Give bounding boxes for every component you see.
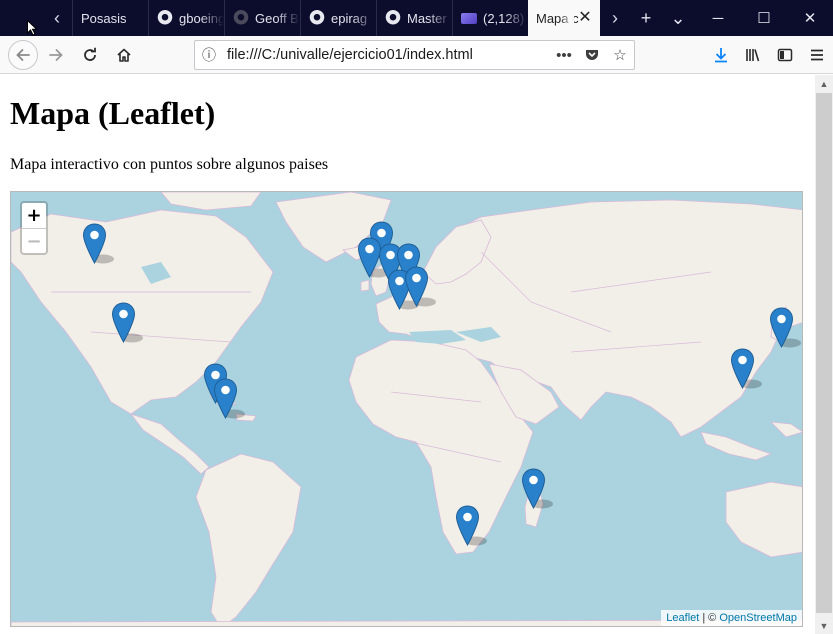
scroll-down-arrow[interactable]: ▼: [815, 617, 833, 634]
tab-fade: [428, 0, 452, 36]
marker-pin: [111, 302, 136, 343]
close-tab-icon[interactable]: ✕: [576, 9, 594, 27]
reload-icon: [84, 47, 96, 61]
navigation-toolbar: ⓘ file:///C:/univalle/ejercicio01/index.…: [0, 36, 833, 74]
page-title: Mapa (Leaflet): [10, 95, 216, 131]
library-icon: [746, 49, 760, 62]
tab-fade: [276, 0, 300, 36]
map-attribution: Leaflet | © OpenStreetMap: [661, 610, 802, 626]
tab-master[interactable]: Master: [376, 0, 452, 36]
map-marker-icon[interactable]: [82, 223, 114, 264]
leaflet-link[interactable]: Leaflet: [666, 612, 699, 624]
maximize-button[interactable]: ☐: [741, 0, 787, 36]
library-button[interactable]: [737, 40, 769, 70]
tab-mapa-active[interactable]: Mapa c ✕: [528, 0, 600, 36]
page-description: Mapa interactivo con puntos sobre alguno…: [10, 156, 329, 173]
marker-pin: [455, 505, 480, 546]
attribution-separator: |: [702, 612, 706, 624]
github-icon: [157, 10, 173, 26]
mail-icon: [461, 12, 477, 24]
mouse-pointer-icon: [27, 20, 37, 36]
zoom-out-button[interactable]: −: [22, 228, 46, 253]
forward-button[interactable]: [40, 39, 72, 71]
minimize-icon: ─: [712, 9, 724, 27]
zoom-in-button[interactable]: +: [22, 203, 46, 228]
url-text[interactable]: file:///C:/univalle/ejercicio01/index.ht…: [223, 47, 550, 63]
map-marker-icon[interactable]: [521, 468, 553, 509]
menu-button[interactable]: [801, 40, 833, 70]
scroll-up-arrow[interactable]: ▲: [815, 75, 833, 92]
page-actions-icon[interactable]: •••: [550, 41, 578, 69]
tab-fade: [352, 0, 376, 36]
zoom-control: + −: [20, 201, 48, 255]
arrow-right-icon: [49, 48, 63, 61]
tab-label: Posasis: [81, 10, 127, 26]
home-icon: [117, 48, 131, 62]
map-marker-icon[interactable]: [213, 378, 245, 419]
reload-button[interactable]: [74, 39, 106, 71]
tab-geoff[interactable]: Geoff B: [224, 0, 300, 36]
map-marker-icon[interactable]: [769, 307, 801, 348]
tab-gboeing[interactable]: gboeing: [148, 0, 224, 36]
maximize-icon: ☐: [757, 10, 771, 27]
tab-fade: [124, 0, 148, 36]
arrow-left-icon: [16, 48, 30, 61]
tab-scroll-left-button[interactable]: ‹: [42, 0, 72, 36]
hamburger-menu-icon: [811, 49, 823, 61]
chevron-right-icon: ›: [612, 7, 618, 28]
tab-mail[interactable]: (2,128): [452, 0, 528, 36]
marker-pin: [730, 348, 755, 389]
downloads-button[interactable]: [705, 40, 737, 70]
sidebar-button[interactable]: [769, 40, 801, 70]
minimize-button[interactable]: ─: [695, 0, 741, 36]
github-icon: [309, 10, 325, 26]
tab-epirag[interactable]: epirag: [300, 0, 376, 36]
tab-fade: [200, 0, 224, 36]
map-marker-icon[interactable]: [730, 348, 762, 389]
sidebar-icon: [777, 48, 793, 62]
github-icon: [385, 10, 401, 26]
github-icon: [233, 10, 249, 26]
vertical-scrollbar[interactable]: ▲ ▼: [815, 75, 833, 634]
back-button[interactable]: [8, 39, 38, 70]
map-marker-icon[interactable]: [404, 266, 436, 307]
leaflet-map[interactable]: + − Leaflet | © OpenStreetMap: [10, 191, 803, 627]
pocket-glyph: [586, 50, 598, 60]
plus-icon: +: [640, 7, 652, 28]
page-content: Mapa (Leaflet) Mapa interactivo con punt…: [0, 75, 815, 634]
info-icon[interactable]: ⓘ: [195, 45, 223, 65]
openstreetmap-link[interactable]: OpenStreetMap: [719, 612, 797, 624]
tab-fade: [560, 0, 574, 36]
chevron-down-icon: ⌄: [670, 7, 686, 28]
tab-scroll-right-button[interactable]: ›: [600, 0, 630, 36]
close-window-button[interactable]: ✕: [787, 0, 833, 36]
tab-posasis[interactable]: Posasis: [72, 0, 148, 36]
chevron-left-icon: ‹: [54, 7, 60, 28]
download-icon: [715, 48, 727, 63]
scroll-thumb[interactable]: [816, 93, 832, 613]
tab-fade: [504, 0, 528, 36]
marker-pin: [82, 223, 107, 264]
map-marker-icon[interactable]: [455, 505, 487, 546]
toolbar-right: [705, 40, 833, 70]
marker-pin: [521, 468, 546, 509]
map-marker-icon[interactable]: [111, 302, 143, 343]
address-bar[interactable]: ⓘ file:///C:/univalle/ejercicio01/index.…: [194, 40, 635, 70]
list-all-tabs-button[interactable]: ⌄: [662, 0, 694, 36]
marker-pin: [404, 266, 429, 307]
marker-pin: [213, 378, 238, 419]
close-icon: ✕: [803, 10, 817, 27]
pocket-icon[interactable]: [578, 41, 606, 69]
new-tab-button[interactable]: +: [630, 0, 662, 36]
marker-pin: [769, 307, 794, 348]
bookmark-star-icon[interactable]: ☆: [606, 41, 634, 69]
copyright-symbol: ©: [708, 612, 717, 624]
home-button[interactable]: [108, 39, 140, 71]
tab-strip: ‹ Posasis gboeing Geoff B epirag Master …: [0, 0, 833, 36]
